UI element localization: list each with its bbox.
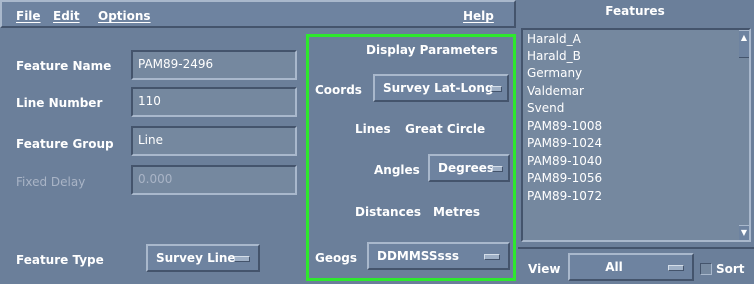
line-number-field[interactable]: 110 — [131, 87, 297, 117]
fixed-delay-field: 0.000 — [131, 165, 297, 195]
sort-label: Sort — [716, 262, 745, 276]
menu-edit[interactable]: Edit — [53, 9, 80, 23]
feature-list-item[interactable]: PAM89-1024 — [527, 136, 602, 150]
feature-list-item[interactable]: PAM89-1056 — [527, 171, 602, 185]
feature-name-field[interactable]: PAM89-2496 — [131, 50, 297, 80]
divider — [518, 247, 754, 249]
geogs-value: DDMMSSsss — [377, 249, 459, 263]
features-title: Features — [605, 4, 665, 18]
line-number-label: Line Number — [16, 96, 103, 110]
feature-editor-window: File Edit Options Help Feature Name PAM8… — [0, 0, 754, 284]
fixed-delay-label: Fixed Delay — [16, 175, 86, 189]
coords-dropdown[interactable]: Survey Lat-Long — [373, 74, 509, 102]
angles-dropdown[interactable]: Degrees — [428, 154, 510, 182]
feature-type-label: Feature Type — [16, 253, 104, 267]
lines-label: Lines — [355, 122, 391, 136]
scroll-up-arrow-icon[interactable]: ▲ — [739, 30, 749, 58]
feature-group-field[interactable]: Line — [131, 126, 297, 156]
feature-list-item[interactable]: PAM89-1040 — [527, 154, 602, 168]
option-menu-indicator-icon — [234, 256, 250, 262]
feature-type-dropdown[interactable]: Survey Line — [146, 244, 260, 272]
feature-list-item[interactable]: Svend — [527, 101, 564, 115]
option-menu-indicator-icon — [492, 166, 503, 172]
feature-type-value: Survey Line — [156, 251, 236, 265]
distances-value: Metres — [433, 205, 481, 219]
feature-list-item[interactable]: PAM89-1008 — [527, 119, 602, 133]
geogs-dropdown[interactable]: DDMMSSsss — [367, 242, 510, 270]
sort-checkbox[interactable] — [700, 263, 712, 275]
option-menu-indicator-icon — [484, 254, 500, 260]
feature-list-item[interactable]: Germany — [527, 66, 582, 80]
angles-value: Degrees — [438, 161, 495, 175]
coords-label: Coords — [315, 83, 362, 97]
menu-file[interactable]: File — [16, 9, 41, 23]
distances-label: Distances — [355, 205, 421, 219]
coords-value: Survey Lat-Long — [383, 81, 494, 95]
menu-options[interactable]: Options — [98, 9, 151, 23]
feature-name-label: Feature Name — [16, 59, 112, 73]
display-parameters-title: Display Parameters — [366, 43, 498, 57]
display-parameters-panel: Display Parameters Coords Survey Lat-Lon… — [306, 34, 516, 281]
view-label: View — [528, 262, 561, 276]
feature-group-label: Feature Group — [16, 137, 114, 151]
option-menu-indicator-icon — [491, 86, 502, 92]
geogs-label: Geogs — [315, 251, 357, 265]
feature-list-item[interactable]: Valdemar — [527, 84, 584, 98]
angles-label: Angles — [374, 163, 420, 177]
feature-list-item[interactable]: Harald_A — [527, 32, 581, 46]
menu-bar: File Edit Options Help — [0, 0, 516, 28]
view-value: All — [605, 260, 623, 274]
view-dropdown[interactable]: All — [568, 253, 694, 281]
features-list[interactable]: Harald_A Harald_B Germany Valdemar Svend… — [521, 28, 751, 242]
feature-list-item[interactable]: PAM89-1072 — [527, 189, 602, 203]
lines-value: Great Circle — [405, 122, 486, 136]
feature-list-item[interactable]: Harald_B — [527, 49, 581, 63]
scroll-down-arrow-icon[interactable]: ▼ — [739, 225, 749, 240]
option-menu-indicator-icon — [668, 265, 684, 271]
menu-help[interactable]: Help — [463, 9, 494, 23]
